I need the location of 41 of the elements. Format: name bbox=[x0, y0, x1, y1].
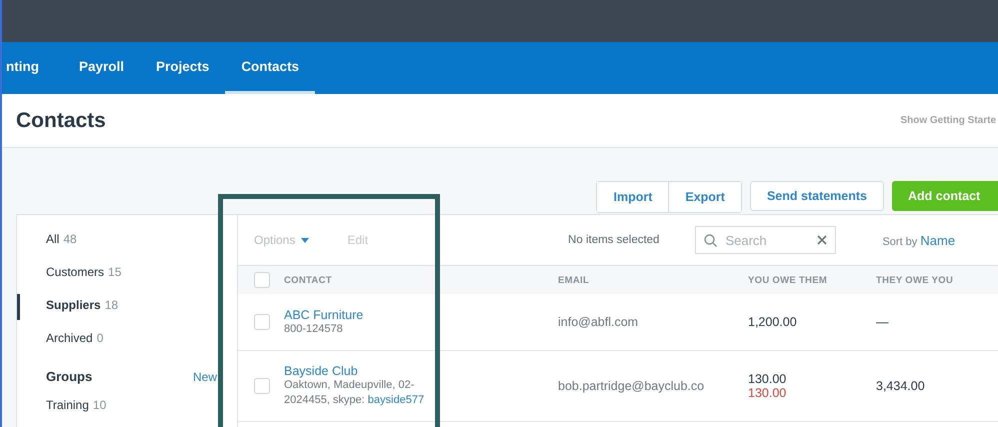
caret-icon bbox=[301, 238, 310, 242]
nav-tab[interactable]: Payroll bbox=[63, 42, 140, 94]
sidebar-item[interactable]: Suppliers 18 bbox=[17, 294, 237, 320]
send-statements-button[interactable]: Send statements bbox=[750, 181, 884, 211]
amount-cell-text: 1,200.00 bbox=[748, 315, 798, 329]
amount-cell-text: 3,434.00 bbox=[876, 379, 926, 393]
sidebar-item[interactable]: Archived 0 bbox=[17, 327, 237, 353]
sort-name-link[interactable]: Name bbox=[920, 232, 956, 248]
amount-cell-text: 130.00 bbox=[748, 372, 788, 386]
nav-tab[interactable]: nting bbox=[6, 42, 55, 94]
export-button[interactable]: Export bbox=[668, 182, 741, 212]
email-cell-text: bob.partridge@bayclub.co bbox=[558, 379, 706, 393]
new-group-link[interactable]: New bbox=[192, 370, 217, 384]
sidebar-item[interactable]: Customers 15 bbox=[17, 261, 237, 287]
contact-name-link[interactable]: Bayside Club bbox=[284, 364, 558, 378]
row-checkbox[interactable] bbox=[254, 378, 270, 394]
groups-title: Groups bbox=[46, 369, 92, 384]
search-bar[interactable]: Search bbox=[695, 226, 836, 254]
column-header: YOU OWE THEM bbox=[748, 274, 828, 286]
contact-detail: 800-124578 bbox=[284, 322, 344, 336]
contact-detail: Oaktown, Madeupville, 02-2024455, skype: bayside577 bbox=[284, 378, 426, 408]
overdue-amount: 130.00 bbox=[748, 386, 788, 400]
column-header: THEY OWE YOU bbox=[876, 274, 954, 286]
amount-cell-text: — bbox=[876, 315, 890, 329]
contact-name-link[interactable]: ABC Furniture bbox=[284, 308, 558, 322]
skype-link[interactable]: bayside577 bbox=[368, 394, 424, 406]
search-icon bbox=[704, 234, 718, 246]
row-checkbox[interactable] bbox=[254, 314, 270, 330]
select-all-checkbox[interactable] bbox=[254, 272, 270, 288]
nav-tab[interactable]: Projects bbox=[140, 42, 226, 94]
getting-started-link[interactable]: Show Getting Starte bbox=[900, 115, 996, 126]
close-icon[interactable] bbox=[817, 235, 828, 245]
email-cell-text: info@abfl.com bbox=[558, 315, 640, 329]
column-header: EMAIL bbox=[558, 274, 590, 286]
group-item[interactable]: Training 10 bbox=[17, 384, 237, 412]
sidebar-item[interactable]: All 48 bbox=[17, 228, 237, 254]
sort-label: Sort by Name bbox=[882, 232, 956, 248]
add-contact-button[interactable]: Add contact bbox=[892, 181, 998, 211]
page-title: Contacts bbox=[16, 108, 106, 132]
column-header: CONTACT bbox=[284, 274, 333, 286]
selection-status: No items selected bbox=[568, 234, 660, 246]
